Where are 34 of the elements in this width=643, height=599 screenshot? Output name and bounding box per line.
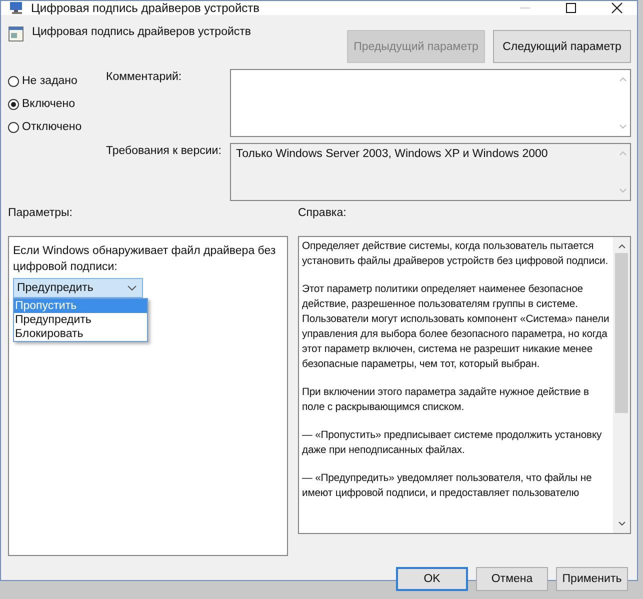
cancel-button[interactable]: Отмена <box>476 567 548 591</box>
chevron-down-icon <box>127 285 137 291</box>
help-label: Справка: <box>298 207 348 219</box>
radio-button[interactable] <box>8 98 19 110</box>
prompt-text: Если Windows обнаруживает файл драйвера без цифровой подписи: <box>13 244 277 275</box>
parameters-label: Параметры: <box>8 207 74 219</box>
maximize-icon[interactable] <box>565 2 577 14</box>
radio-label: Не задано <box>22 75 78 87</box>
help-paragraph: — «Пропустить» предписывает системе продолжить установку даже при неподписанных файлах. <box>302 429 603 458</box>
help-paragraph: При включении этого параметра задайте нужное действие в поле с раскрывающимся списком. <box>302 386 590 415</box>
help-paragraph: Этот параметр политики определяет наименее безопасное действие, разрешенное пользователям группы в системе. Пользователи могут использовать компонент «Система» панели управления для выбора более безопасного параметра, но когда этот параметр включен, система не разрешит никакие менее безопасные параметры, чем тот, который выбран. <box>302 283 610 372</box>
dropdown-option[interactable]: Предупредить <box>14 313 147 327</box>
policy-icon <box>8 26 24 42</box>
radio-button[interactable] <box>8 122 19 132</box>
help-paragraph: — «Предупредить» уведомляет пользователя, что файлы не имеют цифровой подписи, и предоставляет пользователю <box>302 472 593 501</box>
scroll-up-icon[interactable] <box>618 243 626 249</box>
radio-label: Включено <box>22 98 76 110</box>
version-label: Требования к версии: <box>106 144 222 159</box>
version-text: Только Windows Server 2003, Windows XP и Windows 2000 <box>235 147 549 162</box>
apply-button[interactable]: Применить <box>556 567 628 591</box>
scroll-down-icon[interactable] <box>618 521 626 527</box>
ok-button[interactable]: OK <box>396 567 468 591</box>
help-paragraph: Определяет действие системы, когда пользователь пытается установить файлы драйверов устройств без цифровой подписи. <box>302 240 609 269</box>
window-title: Цифровая подпись драйверов устройств <box>31 1 260 15</box>
next-setting-button[interactable]: Следующий параметр <box>493 30 631 63</box>
radio-label: Отключено <box>22 121 82 133</box>
policy-title: Цифровая подпись драйверов устройств <box>32 26 252 38</box>
radio-button[interactable] <box>8 76 19 86</box>
dropdown-option[interactable]: Блокировать <box>14 327 147 341</box>
comment-label: Комментарий: <box>106 70 183 85</box>
action-dropdown[interactable]: Предупредить <box>13 278 143 298</box>
close-icon[interactable] <box>611 2 623 14</box>
computer-icon <box>9 1 25 15</box>
scrollbar-thumb[interactable] <box>615 253 628 413</box>
